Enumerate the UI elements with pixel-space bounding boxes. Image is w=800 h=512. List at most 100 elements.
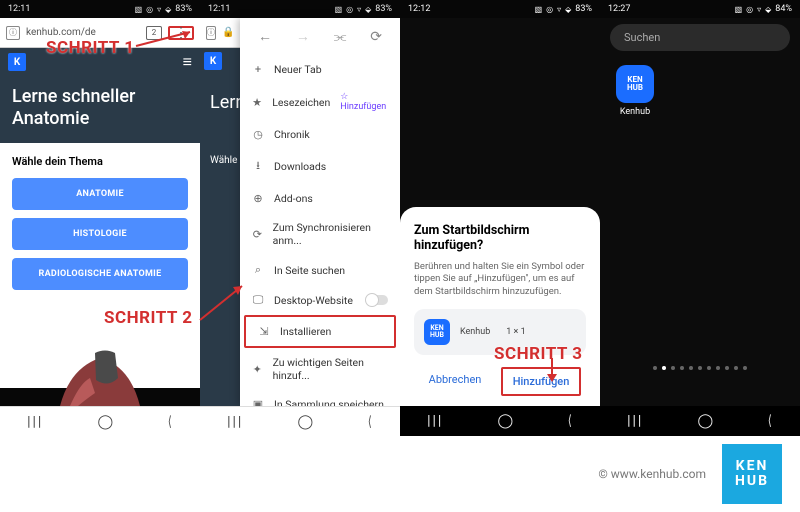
phone-screen-1: 12:11 ▧ ◎ ▿ ⬙83% ⓘ kenhub.com/de 2 ⋮ K ≡… [0,0,200,436]
status-battery: 83% [575,4,592,14]
desktop-toggle[interactable] [366,295,388,305]
menu-item-top-sites[interactable]: ✦Zu wichtigen Seiten hinzuf... [240,348,400,390]
app-drawer-background: Suchen KEN HUB Kenhub [600,18,800,406]
install-icon: ⇲ [258,325,270,338]
app-icon: KEN HUB [424,319,450,345]
nav-back-icon[interactable]: ⟨ [568,413,572,429]
status-icons: ▧ ◎ ▿ ⬙ [535,5,573,14]
phone-screen-4: 12:27 ▧ ◎ ▿ ⬙84% Suchen KEN HUB Kenhub |… [600,0,800,436]
nav-home-icon[interactable]: ◯ [698,413,714,429]
nav-recent-icon[interactable]: ||| [227,414,243,430]
copyright-text: © www.kenhub.com [598,467,706,481]
anatomy-illustration [0,338,200,406]
homescreen-app-kenhub[interactable]: KEN HUB Kenhub [614,65,656,117]
browser-url-bar: ⓘ kenhub.com/de 2 ⋮ [0,18,200,48]
site-info-icon: ⓘ [206,26,216,40]
status-time: 12:27 [608,4,630,14]
dialog-add-button[interactable]: Hinzufügen [501,367,582,396]
nav-recent-icon[interactable]: ||| [27,414,43,430]
app-name: Kenhub [460,327,490,337]
site-info-icon[interactable]: ⓘ [6,26,20,40]
nav-home-icon[interactable]: ◯ [498,413,514,429]
url-text[interactable]: kenhub.com/de [26,27,140,38]
status-icons: ▧ ◎ ▿ ⬙ [335,5,373,14]
search-icon: ⌕ [252,263,264,277]
app-size: 1 × 1 [506,327,525,337]
kenhub-logo: K [204,52,222,70]
status-bar: 12:11 ▧ ◎ ▿ ⬙83% [200,0,400,18]
status-icons: ▧ ◎ ▿ ⬙ [135,5,173,14]
menu-item-downloads[interactable]: ⭳Downloads [240,149,400,184]
topic-button-anatomie[interactable]: ANATOMIE [12,178,188,210]
webpage: K ≡ Lerne schneller Anatomie Wähle dein … [0,48,200,388]
status-time: 12:12 [408,4,430,14]
dialog-body: Berühren und halten Sie ein Symbol oder … [414,261,586,299]
status-bar: 12:11 ▧ ◎ ▿ ⬙83% [0,0,200,18]
nav-back-icon[interactable]: ⟨ [368,414,372,430]
hamburger-icon[interactable]: ≡ [183,52,192,72]
tab-count-button[interactable]: 2 [146,26,162,40]
app-preview-card[interactable]: KEN HUB Kenhub 1 × 1 [414,309,586,355]
download-icon: ⭳ [252,157,264,176]
menu-item-install[interactable]: ⇲Installieren [244,315,396,348]
app-icon: KEN HUB [616,65,654,103]
menu-reload-icon[interactable]: ⟳ [370,29,382,45]
phone-screen-3: 12:12 ▧ ◎ ▿ ⬙83% Zum Startbildschirm hin… [400,0,600,436]
status-battery: 83% [175,4,192,14]
clock-icon: ◷ [252,128,264,141]
android-nav-bar: ||| ◯ ⟨ [0,406,200,436]
section-subheading: Wähle dein Thema [12,155,188,168]
status-bar: 12:27 ▧ ◎ ▿ ⬙84% [600,0,800,18]
nav-back-icon[interactable]: ⟨ [768,413,772,429]
app-label: Kenhub [614,107,656,117]
page-title-peek: Lern [200,74,240,113]
status-battery: 84% [775,4,792,14]
status-battery: 83% [375,4,392,14]
browser-menu-button[interactable]: ⋮ [168,26,194,40]
nav-recent-icon[interactable]: ||| [427,413,443,429]
menu-item-sync[interactable]: ⟳Zum Synchronisieren anm... [240,213,400,255]
subheading-peek: Wähle [200,113,240,166]
android-nav-bar: ||| ◯ ⟨ [200,406,400,436]
sync-icon: ⟳ [252,228,263,241]
desktop-icon: 🖵 [252,293,264,307]
status-bar: 12:12 ▧ ◎ ▿ ⬙83% [400,0,600,18]
menu-item-history[interactable]: ◷Chronik [240,120,400,149]
nav-home-icon[interactable]: ◯ [298,414,314,430]
menu-item-addons[interactable]: ⊕Add-ons [240,184,400,213]
android-nav-bar: ||| ◯ ⟨ [600,406,800,436]
android-nav-bar: ||| ◯ ⟨ [400,406,600,436]
topic-button-radiologische[interactable]: RADIOLOGISCHE ANATOMIE [12,258,188,290]
image-footer: © www.kenhub.com KEN HUB [598,444,782,504]
status-icons: ▧ ◎ ▿ ⬙ [735,5,773,14]
dialog-cancel-button[interactable]: Abbrechen [419,367,492,396]
kenhub-brand-block: KEN HUB [722,444,782,504]
bookmark-add-link[interactable]: ☆ Hinzufügen [340,92,388,112]
menu-forward-icon: → [296,28,310,45]
status-time: 12:11 [8,4,30,14]
addon-icon: ⊕ [252,192,264,205]
menu-item-new-tab[interactable]: +Neuer Tab [240,55,400,84]
nav-home-icon[interactable]: ◯ [98,414,114,430]
browser-overflow-menu: ← → ⫘ ⟳ +Neuer Tab ★Lesezeichen☆ Hinzufü… [240,18,400,406]
pin-icon: ✦ [252,363,263,376]
menu-item-find[interactable]: ⌕In Seite suchen [240,255,400,285]
nav-recent-icon[interactable]: ||| [627,413,643,429]
menu-share-icon[interactable]: ⫘ [334,29,347,45]
plus-icon: + [252,63,264,76]
menu-back-icon[interactable]: ← [258,28,272,45]
webpage-behind-menu: ⓘ 🔒 K Lern Wähle [200,18,240,406]
page-title: Lerne schneller Anatomie [12,86,188,129]
page-indicator [600,366,800,370]
nav-back-icon[interactable]: ⟨ [168,414,172,430]
topic-button-histologie[interactable]: HISTOLOGIE [12,218,188,250]
lock-icon: 🔒 [222,27,234,38]
star-icon: ★ [252,96,262,109]
phone-screen-2: 12:11 ▧ ◎ ▿ ⬙83% ⓘ 🔒 K Lern Wähle ← → ⫘ ⟳… [200,0,400,436]
menu-item-bookmarks[interactable]: ★Lesezeichen☆ Hinzufügen [240,84,400,120]
app-drawer-search[interactable]: Suchen [610,24,790,51]
status-time: 12:11 [208,4,230,14]
menu-item-desktop-site[interactable]: 🖵Desktop-Website [240,285,400,315]
add-to-homescreen-dialog: Zum Startbildschirm hinzufügen? Berühren… [400,207,600,406]
kenhub-logo[interactable]: K [8,53,26,71]
